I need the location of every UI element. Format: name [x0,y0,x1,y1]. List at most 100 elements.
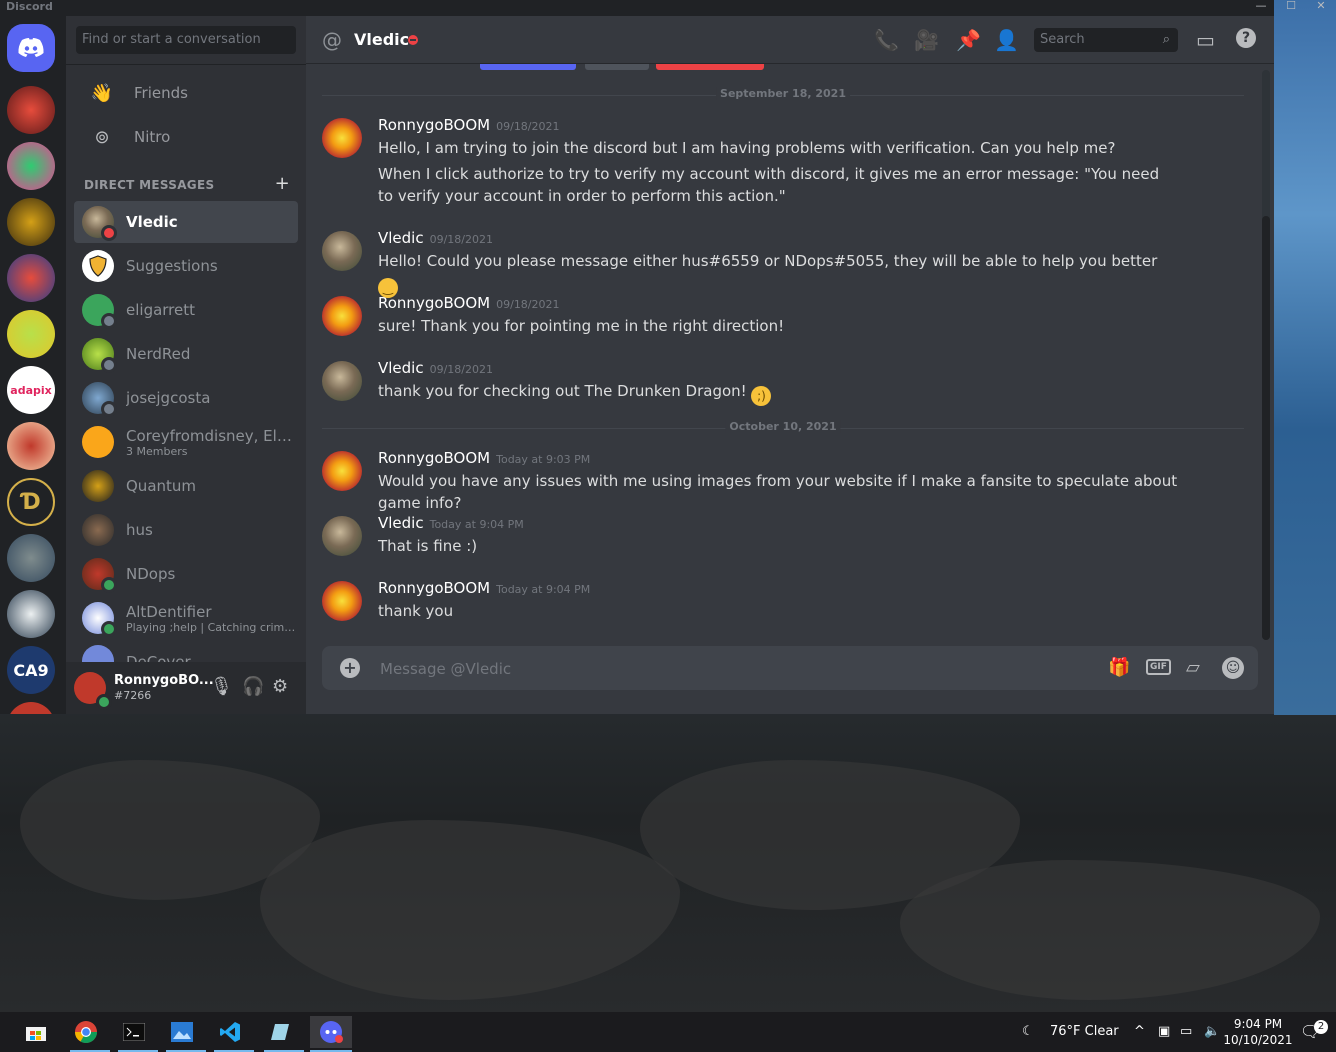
gear-icon[interactable]: ⚙ [272,676,288,697]
dm-item-hus[interactable]: hus [74,509,298,551]
author-avatar[interactable] [322,451,362,491]
username[interactable]: RonnygoBO... [114,673,214,688]
emoji-picker-icon[interactable]: ☺ [1222,657,1244,679]
microphone-icon[interactable]: 🎙 [210,676,233,697]
channel-title[interactable]: Vledic [354,30,409,49]
author-avatar[interactable] [322,231,362,271]
message-scrollbar[interactable] [1262,70,1270,640]
server-icon[interactable] [7,254,55,302]
weather-widget[interactable]: 76°F Clear [1050,1012,1119,1052]
server-adapix[interactable]: adapix [7,366,55,414]
author-name[interactable]: Vledic [378,359,424,377]
discord-logo-icon [18,38,44,57]
avatar [82,294,117,329]
system-clock[interactable]: 9:04 PM 10/10/2021 [1222,1016,1294,1048]
message-input[interactable] [378,656,1082,682]
author-avatar[interactable] [322,581,362,621]
close-button[interactable]: ✕ [1306,0,1336,14]
server-icon[interactable] [7,534,55,582]
server-dragon-icon[interactable]: Ɗ [7,478,55,526]
dm-item-altdentifier[interactable]: AltDentifier Playing ;help | Catching cr… [74,597,298,639]
find-conversation-button[interactable]: Find or start a conversation [76,26,296,54]
server-icon[interactable] [7,86,55,134]
volume-icon[interactable]: 🔈 [1204,1012,1220,1052]
home-button[interactable] [7,24,55,72]
server-icon[interactable] [7,702,55,714]
voice-call-icon[interactable]: 📞 [874,28,899,52]
inbox-icon[interactable]: ▭ [1196,28,1215,52]
server-icon[interactable] [7,142,55,190]
server-icon[interactable] [7,590,55,638]
author-name[interactable]: RonnygoBOOM [378,449,490,467]
status-dnd-icon [101,225,117,241]
start-store-icon[interactable] [20,1016,52,1048]
message-text: That is fine :) [378,537,478,555]
gift-icon[interactable]: 🎁 [1108,657,1130,678]
dm-name: Quantum [126,477,197,495]
dm-sidebar: Find or start a conversation 👋 Friends ⊚… [66,16,306,714]
author-name[interactable]: Vledic [378,229,424,247]
nitro-icon: ⊚ [94,126,110,148]
sticker-icon[interactable]: ▱ [1186,657,1200,678]
nav-friends[interactable]: 👋 Friends [74,72,298,114]
terminal-icon[interactable] [118,1016,158,1052]
dm-item-eligarrett[interactable]: eligarrett [74,289,298,331]
add-friend-icon[interactable]: 👤 [994,28,1019,52]
gif-button[interactable]: GIF [1146,659,1171,675]
video-call-icon[interactable]: 🎥 [914,28,939,52]
dm-item-ndops[interactable]: NDops [74,553,298,595]
photos-icon[interactable] [166,1016,206,1052]
discord-taskbar-icon[interactable] [310,1016,352,1052]
author-avatar[interactable] [322,118,362,158]
desktop-rock [260,820,680,1000]
minimize-button[interactable]: — [1246,0,1276,14]
author-avatar[interactable] [322,296,362,336]
wink-emoji: ;) [751,386,772,406]
avatar [82,206,117,241]
timestamp: 09/18/2021 [429,363,493,376]
create-dm-button[interactable]: + [275,175,290,193]
shield-icon [89,255,107,277]
timestamp: 09/18/2021 [429,233,493,246]
search-input[interactable]: Search ⌕ [1034,28,1178,52]
headphones-icon[interactable]: 🎧 [242,676,264,697]
dm-item-suggestions[interactable]: Suggestions [74,245,298,287]
chevron-up-icon[interactable]: ^ [1134,1012,1145,1052]
search-placeholder: Search [1040,32,1085,47]
dm-item-decover[interactable]: DeCover [74,641,298,662]
author-name[interactable]: RonnygoBOOM [378,579,490,597]
clock-date: 10/10/2021 [1223,1033,1293,1047]
server-icon[interactable] [7,198,55,246]
scrollbar-thumb[interactable] [1262,216,1270,640]
meet-now-icon[interactable]: ▣ [1158,1012,1170,1052]
notes-app-icon[interactable] [264,1016,304,1052]
nav-nitro[interactable]: ⊚ Nitro [74,116,298,158]
network-icon[interactable]: ▭ [1180,1012,1192,1052]
help-icon[interactable]: ? [1236,28,1256,48]
dm-item-quantum[interactable]: Quantum [74,465,298,507]
maximize-button[interactable]: ☐ [1276,0,1306,14]
title-bar: Discord — ☐ ✕ [0,0,1326,16]
window-controls: — ☐ ✕ [1246,0,1336,14]
weather-moon-icon: ☾ [1022,1024,1034,1039]
nav-label: Nitro [134,128,171,146]
server-icon[interactable] [7,310,55,358]
pin-icon[interactable]: 📌 [956,28,981,52]
dm-item-group[interactable]: Coreyfromdisney, Eld... 3 Members [74,421,298,463]
attach-plus-icon[interactable]: + [340,658,360,678]
vscode-icon[interactable] [214,1016,254,1052]
dm-item-nerdred[interactable]: NerdRed [74,333,298,375]
dm-item-josejgcosta[interactable]: josejgcosta [74,377,298,419]
author-avatar[interactable] [322,361,362,401]
chrome-icon[interactable] [70,1016,110,1052]
status-offline-icon [101,357,117,373]
dm-name: hus [126,521,153,539]
server-icon[interactable] [7,422,55,470]
author-name[interactable]: Vledic [378,514,424,532]
author-name[interactable]: RonnygoBOOM [378,116,490,134]
author-avatar[interactable] [322,516,362,556]
dm-section-header: DIRECT MESSAGES + [84,175,290,193]
server-ca9[interactable]: CA9 [7,646,55,694]
dm-item-vledic[interactable]: Vledic [74,201,298,243]
author-name[interactable]: RonnygoBOOM [378,294,490,312]
